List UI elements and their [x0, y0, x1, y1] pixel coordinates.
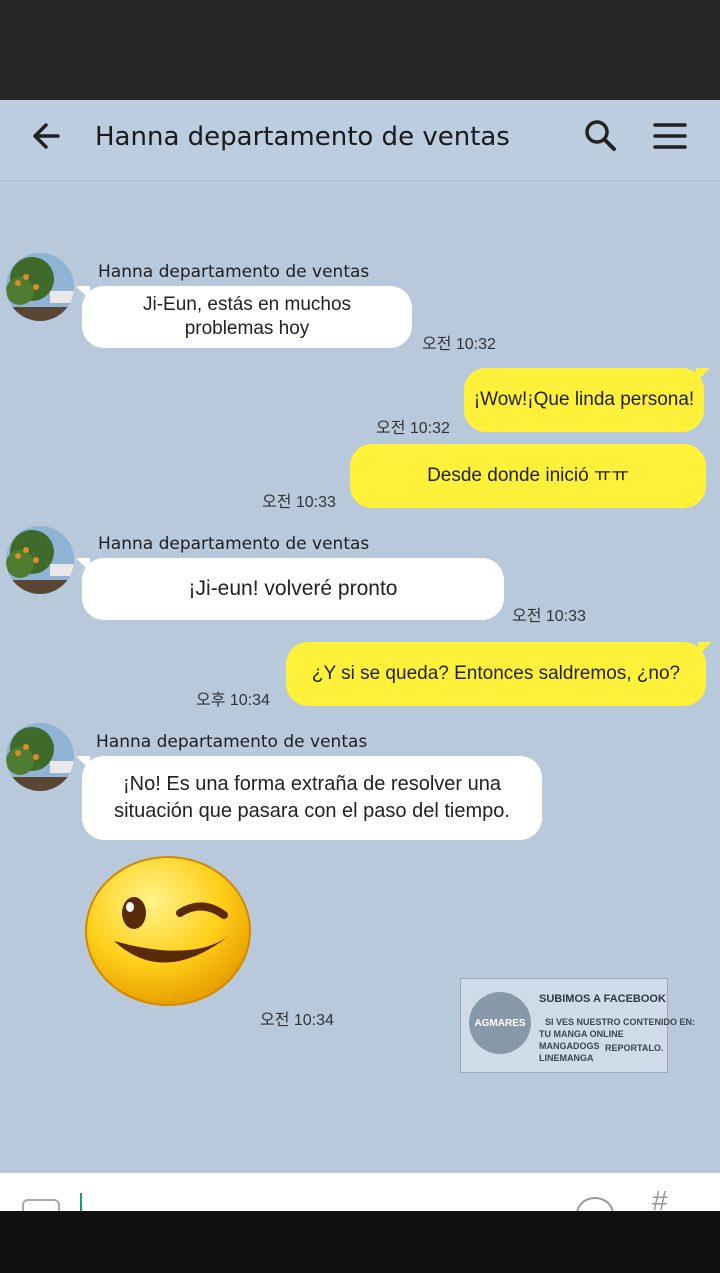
message-time: 오전 10:32 — [422, 336, 496, 353]
message-text: situación que pasara con el paso del tie… — [114, 800, 510, 822]
message-time: 오전 10:33 — [262, 494, 336, 511]
menu-icon[interactable] — [648, 114, 692, 158]
watermark-title: SUBIMOS A FACEBOOK — [539, 993, 666, 1005]
message-input-bar: # — [0, 1173, 720, 1231]
avatar-tree-icon — [6, 526, 74, 594]
message-text: ¡Ji-eun! volveré pronto — [188, 577, 398, 600]
chat-title: Hanna departamento de ventas — [95, 122, 510, 152]
message-bubble-received[interactable]: ¡No! Es una forma extraña de resolver un… — [76, 756, 542, 840]
watermark-logo: AGMARES — [469, 992, 531, 1054]
sender-name: Hanna departamento de ventas — [96, 732, 368, 752]
message-text: Ji-Eun, estás en muchos — [142, 294, 352, 315]
message-text: ¿Y si se queda? Entonces saldremos, ¿no? — [311, 663, 681, 684]
sender-name: Hanna departamento de ventas — [98, 534, 370, 554]
sender-name: Hanna departamento de ventas — [98, 262, 370, 282]
message-bubble-received[interactable]: ¡Ji-eun! volveré pronto — [76, 558, 504, 620]
message-bubble-received[interactable]: Ji-Eun, estás en muchos problemas hoy — [76, 286, 412, 348]
message-time: 오후 10:34 — [196, 692, 270, 709]
avatar-tree-icon — [6, 723, 74, 791]
message-bubble-sent[interactable]: ¡Wow!¡Que linda persona! — [464, 368, 710, 432]
watermark-text: SI VES NUESTRO CONTENIDO EN: — [545, 1017, 696, 1027]
message-bubble-sent[interactable]: Desde donde inició ㅠㅠ — [350, 444, 706, 508]
message-time: 오전 10:33 — [512, 608, 586, 625]
watermark-text: TU MANGA ONLINE — [539, 1029, 624, 1039]
message-text: ¡Wow!¡Que linda persona! — [473, 389, 695, 410]
search-icon[interactable] — [578, 114, 622, 158]
watermark-text: REPORTALO. — [605, 1043, 664, 1053]
message-time: 오전 10:32 — [376, 420, 450, 437]
avatar[interactable] — [6, 723, 74, 791]
watermark-text: MANGADOGS — [539, 1041, 600, 1051]
message-bubble-sent[interactable]: ¿Y si se queda? Entonces saldremos, ¿no? — [286, 642, 712, 706]
avatar[interactable] — [6, 253, 74, 321]
winking-face-icon[interactable] — [84, 855, 252, 1007]
back-arrow-icon[interactable] — [26, 114, 70, 158]
watermark-text: LINEMANGA — [539, 1053, 594, 1063]
message-text: Desde donde inició ㅠㅠ — [427, 465, 629, 486]
watermark: AGMARES SUBIMOS A FACEBOOK SI VES NUESTR… — [460, 978, 695, 1073]
navigation-bar-area — [0, 1211, 720, 1273]
status-bar-area — [0, 0, 720, 100]
avatar[interactable] — [6, 526, 74, 594]
message-time: 오전 10:34 — [260, 1012, 334, 1029]
message-text: problemas hoy — [184, 318, 310, 339]
chat-view: Hanna departamento de ventas Hanna depar… — [0, 100, 720, 1173]
avatar-tree-icon — [6, 253, 74, 321]
message-input[interactable] — [80, 1193, 82, 1211]
message-text: ¡No! Es una forma extraña de resolver un… — [123, 773, 501, 795]
chat-header: Hanna departamento de ventas — [0, 100, 720, 181]
